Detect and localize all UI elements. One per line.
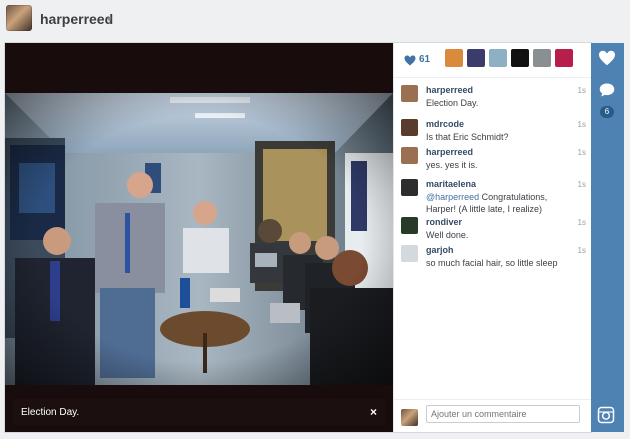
comment-input[interactable]: [426, 405, 580, 423]
comment-body: Election Day.: [426, 98, 479, 108]
commenter-avatar[interactable]: [401, 85, 418, 102]
comment-body: yes. yes it is.: [426, 160, 478, 170]
comment-timestamp: 1s: [577, 218, 586, 227]
comment-username[interactable]: harperreed: [426, 85, 473, 95]
username[interactable]: harperreed: [40, 11, 113, 27]
mention-link[interactable]: @harperreed: [426, 192, 479, 202]
comment-timestamp: 1s: [577, 180, 586, 189]
user-avatar[interactable]: [6, 5, 32, 31]
comment-bubble-icon[interactable]: [598, 82, 616, 98]
comment-input-row: [394, 399, 592, 433]
comment-username[interactable]: rondiver: [426, 217, 462, 227]
comment-body: Is that Eric Schmidt?: [426, 132, 509, 142]
comment-text: Election Day.: [426, 97, 576, 109]
comment-username[interactable]: garjoh: [426, 245, 454, 255]
commenter-avatar[interactable]: [401, 217, 418, 234]
comment-text: @harperreed Congratulations, Harper! (A …: [426, 191, 576, 215]
caption-bar: Election Day. ×: [13, 399, 385, 425]
liker-avatar[interactable]: [511, 49, 529, 67]
details-panel: 61 harperreed Election Day. 1s mdrcode Is th…: [393, 43, 592, 432]
post-photo[interactable]: [5, 93, 393, 385]
comment-text: yes. yes it is.: [426, 159, 576, 171]
comment-timestamp: 1s: [577, 86, 586, 95]
like-count[interactable]: 61: [419, 54, 430, 65]
comment-timestamp: 1s: [577, 148, 586, 157]
comment-body: so much facial hair, so little sleep: [426, 258, 558, 268]
commenter-avatar[interactable]: [401, 245, 418, 262]
comment-text: so much facial hair, so little sleep: [426, 257, 576, 269]
comment-text: Well done.: [426, 229, 576, 241]
heart-icon[interactable]: [598, 50, 616, 66]
comment-body: Well done.: [426, 230, 469, 240]
comment-count-badge: 6: [600, 106, 614, 118]
comment-timestamp: 1s: [577, 120, 586, 129]
post-card: Election Day. × 61 harperreed Election Da…: [5, 43, 592, 432]
photo-caption: Election Day.: [21, 407, 80, 418]
liker-avatar[interactable]: [467, 49, 485, 67]
comment-timestamp: 1s: [577, 246, 586, 255]
commenter-avatar[interactable]: [401, 119, 418, 136]
action-sidebar: 6: [591, 43, 624, 432]
liker-avatar[interactable]: [533, 49, 551, 67]
close-icon[interactable]: ×: [370, 405, 377, 419]
comment-username[interactable]: mdrcode: [426, 119, 464, 129]
liker-avatar[interactable]: [445, 49, 463, 67]
liker-avatar[interactable]: [489, 49, 507, 67]
chevron-down-icon[interactable]: ▾: [107, 14, 112, 25]
comment-username[interactable]: harperreed: [426, 147, 473, 157]
likers-list: [445, 49, 573, 67]
instagram-camera-icon[interactable]: [597, 406, 615, 424]
comment-username[interactable]: maritaelena: [426, 179, 476, 189]
likes-row: 61: [394, 43, 592, 78]
user-avatar: [401, 409, 418, 426]
top-bar: harperreed ▾: [0, 0, 630, 40]
heart-icon[interactable]: [404, 55, 416, 66]
commenter-avatar[interactable]: [401, 147, 418, 164]
liker-avatar[interactable]: [555, 49, 573, 67]
photo-container: Election Day. ×: [5, 43, 393, 432]
comment-text: Is that Eric Schmidt?: [426, 131, 576, 143]
commenter-avatar[interactable]: [401, 179, 418, 196]
